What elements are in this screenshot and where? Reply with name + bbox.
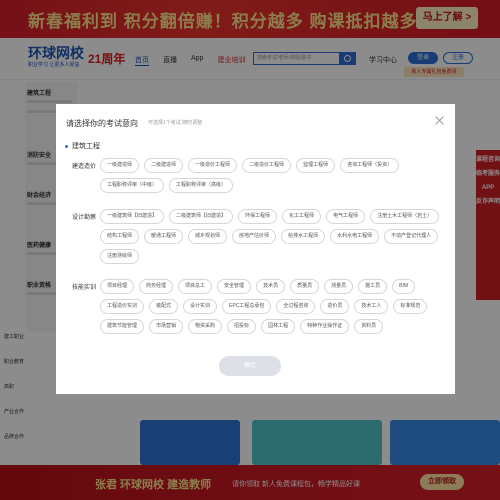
exam-tag[interactable]: 技术工人 [354,299,389,314]
exam-tag[interactable]: 电气工程师 [326,209,366,224]
exam-tag[interactable]: BIM [392,279,416,294]
group-label: 设计勘察 [72,215,97,221]
exam-tag[interactable]: 商务经理 [139,279,174,294]
exam-tag[interactable]: 造价员 [320,299,350,314]
exam-tag[interactable]: 特种作业操作证 [300,319,350,334]
exam-tag[interactable]: 暖通工程师 [144,229,184,244]
exam-tag[interactable]: 工程职称评审（高级） [169,178,234,193]
exam-tag[interactable]: 施工员 [358,279,388,294]
tag-group: 一级建筑师【旧建造】 二级建筑师【旧建造】 环保工程师 化工工程师 电气工程师 注册土木工… [100,209,440,264]
exam-tag[interactable]: 物资采购 [188,319,223,334]
exam-tag[interactable]: 二级建造师 [144,158,184,173]
close-icon[interactable] [435,116,444,125]
exam-tag[interactable]: 一级建筑师【旧建造】 [100,209,165,224]
section-title: 建筑工程 [65,141,100,151]
exam-tag[interactable]: 测量员 [324,279,354,294]
group-label: 技能实训 [72,285,97,291]
exam-tag[interactable]: 注册测绘师 [100,249,140,264]
exam-tag[interactable]: 环保工程师 [238,209,278,224]
exam-tag[interactable]: 市场营销 [149,319,184,334]
exam-tag[interactable]: 一级造价工程师 [188,158,238,173]
exam-tag[interactable]: 质量员 [290,279,320,294]
group-label: 建造造价 [72,164,97,170]
exam-tag[interactable]: 水利水电工程师 [330,229,380,244]
exam-tag[interactable]: 建筑节能管理 [100,319,145,334]
exam-tag[interactable]: 项目经理 [100,279,135,294]
modal-title: 请选择你的考试意向 [66,119,138,128]
exam-tag[interactable]: 园林工程 [261,319,296,334]
exam-tag[interactable]: 技术员 [256,279,286,294]
exam-tag[interactable]: 二级建筑师【旧建造】 [169,209,234,224]
exam-tag[interactable]: 不动产登记代理人 [384,229,439,244]
exam-tag[interactable]: 房地产估价师 [232,229,277,244]
tag-group: 一级建造师 二级建造师 一级造价工程师 二级造价工程师 监理工程师 咨询工程师（投资） 工程… [100,158,440,193]
exam-tag[interactable]: 二级造价工程师 [242,158,292,173]
exam-tag[interactable]: 工程造价实训 [100,299,145,314]
exam-tag[interactable]: 咨询工程师（投资） [340,158,400,173]
exam-tag[interactable]: 设计实训 [183,299,218,314]
exam-tag[interactable]: 全过程咨询 [276,299,316,314]
exam-tag[interactable]: EPC工程总承包 [222,299,272,314]
exam-tag[interactable]: 给排水工程师 [281,229,326,244]
exam-intent-modal: 请选择你的考试意向 可选择1个考试 随时调整 建筑工程 建造造价 一级建造师 二级… [56,104,455,394]
exam-tag[interactable]: 注册土木工程师（岩土） [370,209,440,224]
exam-tag[interactable]: 安全管理 [217,279,252,294]
exam-tag[interactable]: 结构工程师 [100,229,140,244]
exam-tag[interactable]: 招投标 [227,319,257,334]
exam-tag[interactable]: 资料员 [354,319,384,334]
exam-tag[interactable]: 监理工程师 [296,158,336,173]
exam-tag[interactable]: 标准规范 [393,299,428,314]
confirm-button[interactable]: 确定 [219,356,281,376]
modal-subtitle: 可选择1个考试 随时调整 [148,120,203,126]
exam-tag[interactable]: 化工工程师 [282,209,322,224]
exam-tag[interactable]: 城乡规划师 [188,229,228,244]
exam-tag[interactable]: 项目总工 [178,279,213,294]
tag-group: 项目经理 商务经理 项目总工 安全管理 技术员 质量员 测量员 施工员 BIM 工程造价实训 装配式… [100,279,440,334]
exam-tag[interactable]: 装配式 [149,299,179,314]
exam-tag[interactable]: 一级建造师 [100,158,140,173]
exam-tag[interactable]: 工程职称评审（中级） [100,178,165,193]
